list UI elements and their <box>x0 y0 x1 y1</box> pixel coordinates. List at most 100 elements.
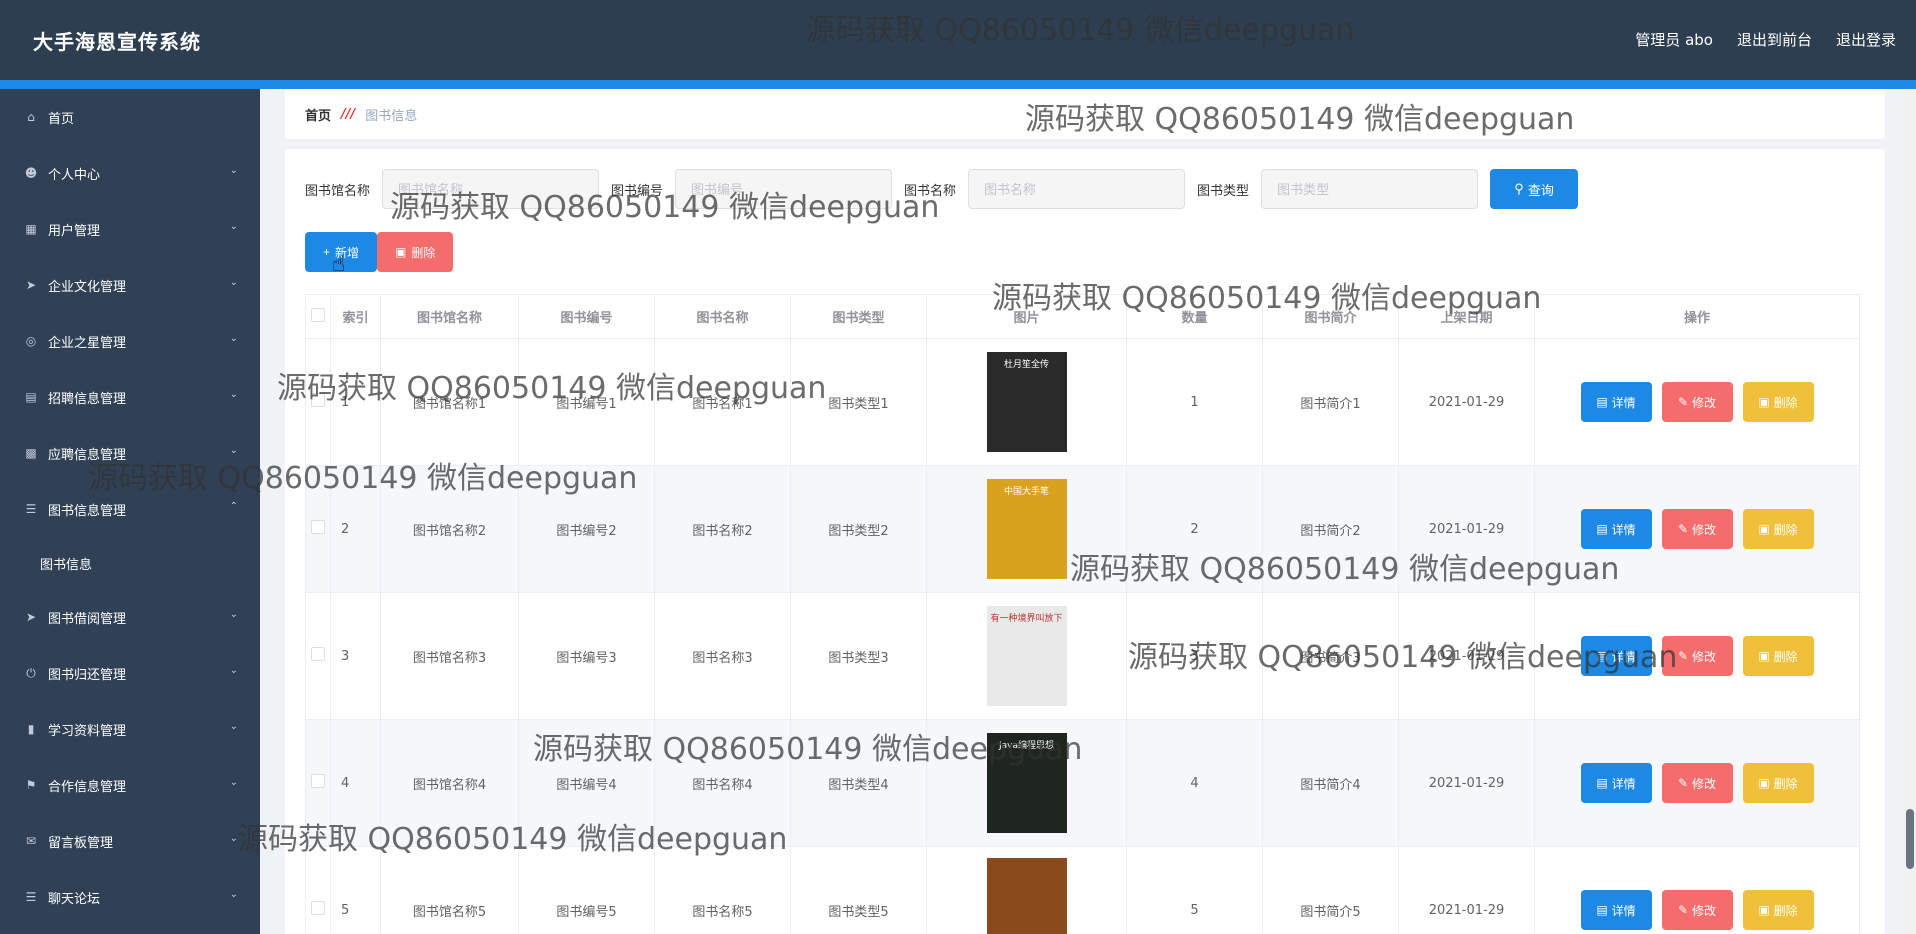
row-select-cell[interactable] <box>305 846 331 934</box>
sidebar-item-6[interactable]: ▩ 应聘信息管理 ⌄ <box>0 425 260 481</box>
sidebar-item-13[interactable]: ✉ 留言板管理 ⌄ <box>0 813 260 869</box>
trash-icon: ▣ <box>1758 522 1770 536</box>
col-intro: 图书简介 <box>1262 294 1399 339</box>
table-row: 3 图书馆名称3 图书编号3 图书名称3 图书类型3 有一种境界叫放下 3 图书简介3 2021… <box>305 592 1860 720</box>
flag-icon: ⚑ <box>25 778 37 792</box>
edit-label: 修改 <box>1692 395 1717 410</box>
detail-label: 详情 <box>1611 649 1636 664</box>
row-name: 图书名称3 <box>654 592 791 720</box>
book-cover-title: 有一种境界叫放下 <box>990 614 1063 624</box>
query-button[interactable]: ⚲ 查询 <box>1490 169 1579 209</box>
book-type-input[interactable] <box>1261 169 1479 209</box>
sidebar-item-11[interactable]: ▮ 学习资料管理 ⌄ <box>0 701 260 757</box>
detail-button[interactable]: ▤ 详情 <box>1580 763 1652 803</box>
row-checkbox[interactable] <box>311 393 325 407</box>
select-all-checkbox[interactable] <box>311 307 325 322</box>
row-code: 图书编号1 <box>518 338 655 466</box>
sidebar-item-label: 学习资料管理 <box>48 723 127 739</box>
row-operations: ▤ 详情 ✎ 修改 ▣ 删除 <box>1534 592 1860 720</box>
book-name-label: 图书名称 <box>904 183 957 199</box>
back-to-front-link[interactable]: 退出到前台 <box>1737 29 1812 50</box>
row-checkbox[interactable] <box>311 901 325 915</box>
detail-button[interactable]: ▤ 详情 <box>1580 382 1652 422</box>
scrollbar-thumb[interactable] <box>1906 809 1914 869</box>
row-image-cell: Java编程思想 <box>926 719 1127 847</box>
detail-label: 详情 <box>1611 776 1636 791</box>
sidebar-item-12[interactable]: ⚑ 合作信息管理 ⌄ <box>0 757 260 813</box>
row-image-cell: 中国大手笔 <box>926 465 1127 593</box>
row-checkbox[interactable] <box>311 520 325 534</box>
row-operations: ▤ 详情 ✎ 修改 ▣ 删除 <box>1534 719 1860 847</box>
book-code-label: 图书编号 <box>611 183 664 199</box>
book-cover-image: 中国大手笔 <box>986 479 1067 579</box>
sidebar-item-label: 聊天论坛 <box>48 891 101 907</box>
chevron-down-icon: ⌄ <box>229 889 238 900</box>
library-name-input[interactable] <box>382 169 600 209</box>
pencil-icon: ✎ <box>1677 395 1689 409</box>
sidebar-item-5[interactable]: ▤ 招聘信息管理 ⌄ <box>0 369 260 425</box>
sidebar-item-label: 应聘信息管理 <box>48 447 127 463</box>
row-date: 2021-01-29 <box>1398 719 1535 847</box>
batch-delete-button[interactable]: ▣ 删除 <box>377 232 454 272</box>
chat-icon: ✉ <box>25 834 37 848</box>
delete-button[interactable]: ▣ 删除 <box>1742 636 1814 676</box>
table-header-row: 索引 图书馆名称 图书编号 图书名称 图书类型 图片 数量 图书简介 上架日期 … <box>305 294 1860 339</box>
row-operations: ▤ 详情 ✎ 修改 ▣ 删除 <box>1534 846 1860 934</box>
edit-button[interactable]: ✎ 修改 <box>1661 636 1733 676</box>
select-all-cell[interactable] <box>305 294 331 339</box>
row-select-cell[interactable] <box>305 465 331 593</box>
row-select-cell[interactable] <box>305 592 331 720</box>
top-header: 大手海恩宣传系统 管理员 abo 退出到前台 退出登录 <box>0 0 1916 80</box>
sidebar-item-9[interactable]: ➤ 图书借阅管理 ⌄ <box>0 589 260 645</box>
edit-button[interactable]: ✎ 修改 <box>1661 509 1733 549</box>
book-cover-title: 中国大手笔 <box>1003 487 1049 497</box>
forum-icon: ☰ <box>25 890 37 904</box>
edit-button[interactable]: ✎ 修改 <box>1661 890 1733 930</box>
breadcrumb-home[interactable]: 首页 <box>305 105 331 124</box>
sidebar-item-14[interactable]: ☰ 聊天论坛 ⌄ <box>0 869 260 925</box>
chevron-down-icon: ⌄ <box>229 445 238 456</box>
sidebar-item-4[interactable]: ◎ 企业之星管理 ⌄ <box>0 313 260 369</box>
sidebar-item-2[interactable]: ▦ 用户管理 ⌄ <box>0 201 260 257</box>
row-qty: 2 <box>1126 465 1263 593</box>
table-row: 4 图书馆名称4 图书编号4 图书名称4 图书类型4 Java编程思想 4 图书简介4 2021… <box>305 719 1860 847</box>
delete-button[interactable]: ▣ 删除 <box>1742 890 1814 930</box>
delete-button[interactable]: ▣ 删除 <box>1742 763 1814 803</box>
row-select-cell[interactable] <box>305 719 331 847</box>
delete-button[interactable]: ▣ 删除 <box>1742 382 1814 422</box>
row-select-cell[interactable] <box>305 338 331 466</box>
sidebar-item-8[interactable]: 图书信息 <box>0 537 260 589</box>
delete-button[interactable]: ▣ 删除 <box>1742 509 1814 549</box>
row-checkbox[interactable] <box>311 774 325 788</box>
detail-button[interactable]: ▤ 详情 <box>1580 636 1652 676</box>
sidebar-item-10[interactable]: ⏻ 图书归还管理 ⌄ <box>0 645 260 701</box>
row-image-cell: 杜月笙全传 <box>926 338 1127 466</box>
row-code: 图书编号5 <box>518 846 655 934</box>
edit-button[interactable]: ✎ 修改 <box>1661 382 1733 422</box>
main-content: 首页 /// 图书信息 图书馆名称 图书编号 图书名称 图书类型 ⚲ 查询 + … <box>260 89 1916 934</box>
row-operations: ▤ 详情 ✎ 修改 ▣ 删除 <box>1534 465 1860 593</box>
row-qty: 4 <box>1126 719 1263 847</box>
sidebar-item-3[interactable]: ➤ 企业文化管理 ⌄ <box>0 257 260 313</box>
edit-button[interactable]: ✎ 修改 <box>1661 763 1733 803</box>
page-scrollbar[interactable] <box>1904 89 1916 934</box>
trash-icon: ▣ <box>395 245 407 259</box>
sidebar-item-7[interactable]: ☰ 图书信息管理 ⌃ <box>0 481 260 537</box>
breadcrumb-current: 图书信息 <box>365 108 418 124</box>
sidebar-item-0[interactable]: ⌂ 首页 <box>0 89 260 145</box>
send-icon: ➤ <box>25 278 37 292</box>
col-qty: 数量 <box>1126 294 1263 339</box>
sidebar-item-1[interactable]: ☻ 个人中心 ⌄ <box>0 145 260 201</box>
detail-button[interactable]: ▤ 详情 <box>1580 890 1652 930</box>
ticket-icon: ▩ <box>25 446 37 460</box>
col-library: 图书馆名称 <box>380 294 519 339</box>
book-code-input[interactable] <box>675 169 893 209</box>
row-checkbox[interactable] <box>311 647 325 661</box>
logout-link[interactable]: 退出登录 <box>1836 29 1896 50</box>
detail-label: 详情 <box>1611 522 1636 537</box>
row-type: 图书类型4 <box>790 719 927 847</box>
users-icon: ▦ <box>25 222 37 236</box>
detail-button[interactable]: ▤ 详情 <box>1580 509 1652 549</box>
header-accent-bar <box>0 80 1916 89</box>
book-name-input[interactable] <box>968 169 1186 209</box>
